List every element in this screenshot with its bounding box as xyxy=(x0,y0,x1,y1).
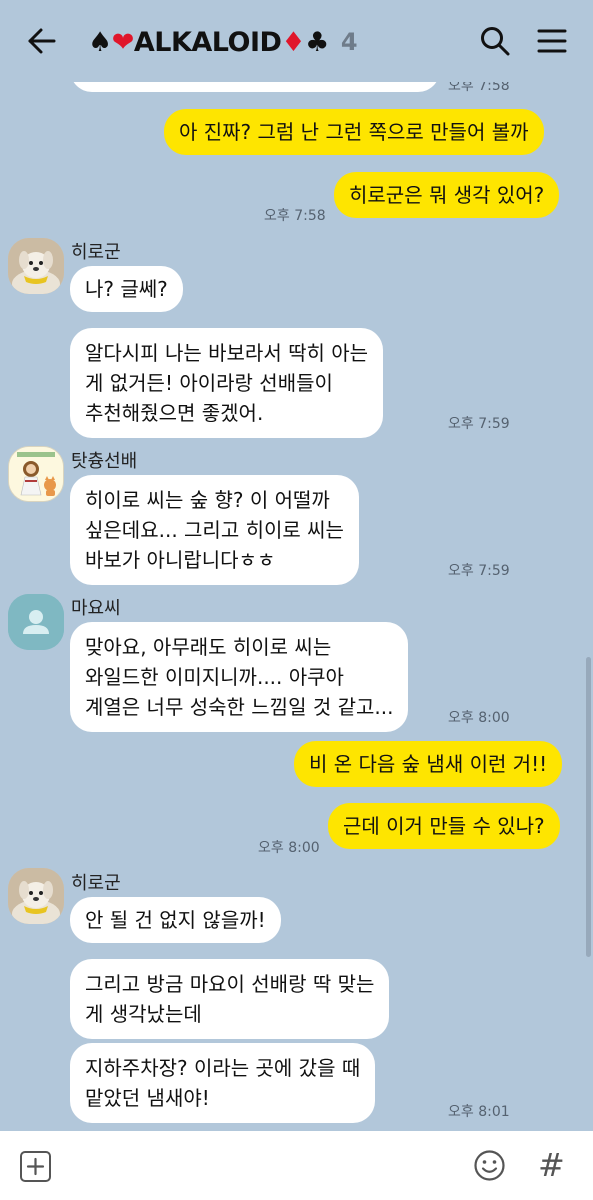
club-symbol: ♣ xyxy=(305,26,329,58)
my-message-bubble: 근데 이거 만들 수 있나? xyxy=(328,803,560,849)
message-line: 지하주차장? 이라는 곳에 갔을 때 xyxy=(85,1056,361,1080)
message-line: 추천해줬으면 좋겠어. xyxy=(85,401,264,425)
message-line: 맞아요, 아무래도 히이로 씨는 xyxy=(85,635,332,659)
message-bubble: 안 될 건 없지 않을까! xyxy=(70,897,281,943)
heart-symbol: ❤ xyxy=(111,26,135,58)
message-bubble: 나? 글쎄? xyxy=(70,266,183,312)
arrow-left-icon[interactable] xyxy=(26,26,58,56)
message-line: 알다시피 나는 바보라서 딱히 아는 xyxy=(85,341,369,365)
profile-avatar-hiro[interactable] xyxy=(8,238,64,294)
message-line: 히이로 씨는 숲 향? 이 어떨까 xyxy=(85,488,330,512)
message-line: 맡았던 냄새야! xyxy=(85,1086,210,1110)
profile-avatar-mayo[interactable] xyxy=(8,594,64,650)
message-line: 와일드한 이미지니까.... 아쿠아 xyxy=(85,665,344,689)
message-line: 계열은 너무 성숙한 느낌일 것 같고... xyxy=(85,695,394,719)
message-bubble: 맞아요, 아무래도 히이로 씨는 와일드한 이미지니까.... 아쿠아 계열은 … xyxy=(70,622,409,732)
message-line: 싶은데요... 그리고 히이로 씨는 xyxy=(85,518,344,542)
member-count: 4 xyxy=(340,28,358,56)
scrollbar[interactable] xyxy=(586,657,591,957)
message-bubble: 알다시피 나는 바보라서 딱히 아는 게 없거든! 아이라랑 선배들이 추천해줬… xyxy=(70,328,384,438)
my-message-bubble: 아 진짜? 그럼 난 그런 쪽으로 만들어 볼까 xyxy=(164,109,544,155)
search-icon[interactable] xyxy=(478,24,512,58)
message-bubble: 지하주차장? 이라는 곳에 갔을 때 맡았던 냄새야! xyxy=(70,1043,376,1123)
hamburger-menu-icon[interactable] xyxy=(536,26,568,56)
message-bubble: 히이로 씨는 숲 향? 이 어떨까 싶은데요... 그리고 히이로 씨는 바보가… xyxy=(70,475,359,585)
sender-name: 탓츙선배 xyxy=(71,451,138,472)
chat-title[interactable]: ♠ ❤ ALKALOID ♦ ♣ 4 xyxy=(88,22,358,62)
sender-name: 히로군 xyxy=(71,242,121,263)
message-time: 오후 8:00 xyxy=(448,710,510,726)
my-message-bubble: 비 온 다음 숲 냄새 이런 거!! xyxy=(294,741,563,787)
profile-avatar-tatchung[interactable] xyxy=(8,446,64,502)
diamond-symbol: ♦ xyxy=(281,26,306,58)
chat-header: ♠ ❤ ALKALOID ♦ ♣ 4 xyxy=(0,0,593,82)
smiley-icon[interactable] xyxy=(473,1149,506,1182)
my-message-bubble: 히로군은 뭐 생각 있어? xyxy=(334,172,560,218)
sender-name: 마요씨 xyxy=(71,598,121,619)
profile-avatar-hiro[interactable] xyxy=(8,868,64,924)
message-line: 게 없거든! 아이라랑 선배들이 xyxy=(85,371,333,395)
message-time: 오후 7:58 xyxy=(264,208,326,224)
message-time: 오후 8:00 xyxy=(258,840,320,856)
message-time: 오후 8:01 xyxy=(448,1104,510,1120)
chat-room-name: ALKALOID xyxy=(133,26,282,58)
hashtag-button[interactable]: # xyxy=(538,1146,565,1184)
message-time: 오후 7:59 xyxy=(448,416,510,432)
message-line: 바보가 아니랍니다ㅎㅎ xyxy=(85,548,276,572)
message-bubble: 그리고 방금 마요이 선배랑 딱 맞는 게 생각났는데 xyxy=(70,959,390,1039)
chat-screen: ♠ ❤ ALKALOID ♦ ♣ 4 오후 7:58 아 진짜? 그럼 난 그런… xyxy=(0,0,593,1200)
spade-symbol: ♠ xyxy=(88,26,112,58)
message-input-bar[interactable]: # xyxy=(0,1131,593,1200)
message-line: 게 생각났는데 xyxy=(85,1002,202,1026)
sender-name: 히로군 xyxy=(71,873,121,894)
message-time: 오후 7:59 xyxy=(448,563,510,579)
plus-box-icon[interactable] xyxy=(20,1151,51,1182)
message-line: 그리고 방금 마요이 선배랑 딱 맞는 xyxy=(85,972,375,996)
